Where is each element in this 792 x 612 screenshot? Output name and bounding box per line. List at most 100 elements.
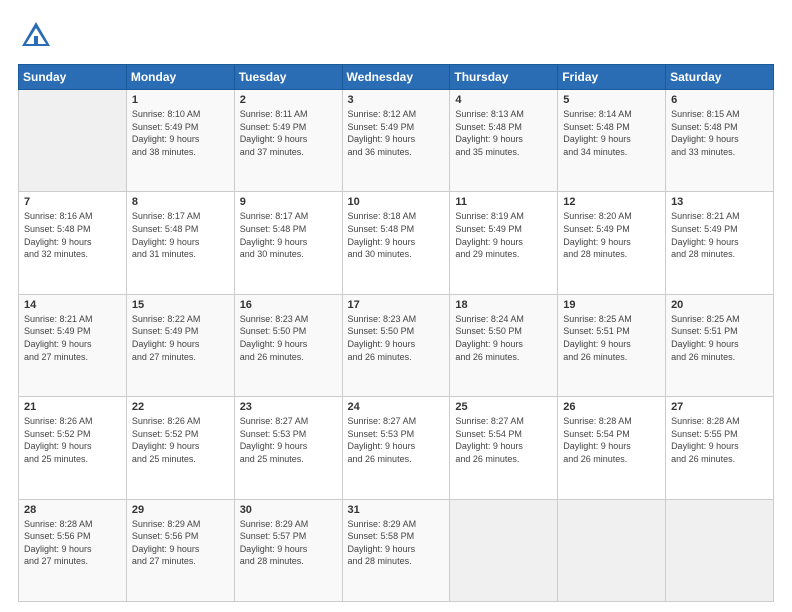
day-info: Sunrise: 8:26 AM Sunset: 5:52 PM Dayligh… bbox=[132, 415, 229, 465]
day-cell: 28 Sunrise: 8:28 AM Sunset: 5:56 PM Dayli… bbox=[19, 499, 127, 601]
day-number: 19 bbox=[563, 299, 660, 311]
day-number: 14 bbox=[24, 299, 121, 311]
day-cell: 13 Sunrise: 8:21 AM Sunset: 5:49 PM Dayli… bbox=[666, 192, 774, 294]
day-cell: 12 Sunrise: 8:20 AM Sunset: 5:49 PM Dayli… bbox=[558, 192, 666, 294]
calendar-header: SundayMondayTuesdayWednesdayThursdayFrid… bbox=[19, 65, 774, 90]
day-number: 9 bbox=[240, 196, 337, 208]
day-cell: 5 Sunrise: 8:14 AM Sunset: 5:48 PM Daylig… bbox=[558, 90, 666, 192]
weekday-header-monday: Monday bbox=[126, 65, 234, 90]
day-cell: 8 Sunrise: 8:17 AM Sunset: 5:48 PM Daylig… bbox=[126, 192, 234, 294]
day-cell: 6 Sunrise: 8:15 AM Sunset: 5:48 PM Daylig… bbox=[666, 90, 774, 192]
calendar-body: 1 Sunrise: 8:10 AM Sunset: 5:49 PM Daylig… bbox=[19, 90, 774, 602]
day-cell: 31Sunrise: 8:29 AM Sunset: 5:58 PM Dayli… bbox=[342, 499, 450, 601]
day-number: 2 bbox=[240, 94, 337, 106]
day-info: Sunrise: 8:25 AM Sunset: 5:51 PM Dayligh… bbox=[563, 313, 660, 363]
day-number: 7 bbox=[24, 196, 121, 208]
weekday-row: SundayMondayTuesdayWednesdayThursdayFrid… bbox=[19, 65, 774, 90]
day-info: Sunrise: 8:17 AM Sunset: 5:48 PM Dayligh… bbox=[132, 210, 229, 260]
day-info: Sunrise: 8:23 AM Sunset: 5:50 PM Dayligh… bbox=[240, 313, 337, 363]
day-number: 24 bbox=[348, 401, 445, 413]
header bbox=[18, 18, 774, 54]
day-cell: 10Sunrise: 8:18 AM Sunset: 5:48 PM Dayli… bbox=[342, 192, 450, 294]
day-number: 10 bbox=[348, 196, 445, 208]
day-number: 6 bbox=[671, 94, 768, 106]
day-cell: 26Sunrise: 8:28 AM Sunset: 5:54 PM Dayli… bbox=[558, 397, 666, 499]
day-number: 26 bbox=[563, 401, 660, 413]
weekday-header-friday: Friday bbox=[558, 65, 666, 90]
week-row-3: 14 Sunrise: 8:21 AM Sunset: 5:49 PM Dayli… bbox=[19, 294, 774, 396]
day-number: 27 bbox=[671, 401, 768, 413]
day-info: Sunrise: 8:28 AM Sunset: 5:56 PM Dayligh… bbox=[24, 518, 121, 568]
day-number: 21 bbox=[24, 401, 121, 413]
day-info: Sunrise: 8:27 AM Sunset: 5:53 PM Dayligh… bbox=[348, 415, 445, 465]
weekday-header-tuesday: Tuesday bbox=[234, 65, 342, 90]
day-cell: 29 Sunrise: 8:29 AM Sunset: 5:56 PM Dayli… bbox=[126, 499, 234, 601]
day-cell: 25Sunrise: 8:27 AM Sunset: 5:54 PM Dayli… bbox=[450, 397, 558, 499]
day-cell: 2 Sunrise: 8:11 AM Sunset: 5:49 PM Daylig… bbox=[234, 90, 342, 192]
day-cell: 24 Sunrise: 8:27 AM Sunset: 5:53 PM Dayli… bbox=[342, 397, 450, 499]
day-info: Sunrise: 8:16 AM Sunset: 5:48 PM Dayligh… bbox=[24, 210, 121, 260]
day-number: 28 bbox=[24, 504, 121, 516]
day-cell: 18Sunrise: 8:24 AM Sunset: 5:50 PM Dayli… bbox=[450, 294, 558, 396]
day-info: Sunrise: 8:17 AM Sunset: 5:48 PM Dayligh… bbox=[240, 210, 337, 260]
day-number: 11 bbox=[455, 196, 552, 208]
day-number: 3 bbox=[348, 94, 445, 106]
day-number: 1 bbox=[132, 94, 229, 106]
week-row-1: 1 Sunrise: 8:10 AM Sunset: 5:49 PM Daylig… bbox=[19, 90, 774, 192]
day-info: Sunrise: 8:27 AM Sunset: 5:54 PM Dayligh… bbox=[455, 415, 552, 465]
day-info: Sunrise: 8:23 AM Sunset: 5:50 PM Dayligh… bbox=[348, 313, 445, 363]
day-info: Sunrise: 8:14 AM Sunset: 5:48 PM Dayligh… bbox=[563, 108, 660, 158]
day-info: Sunrise: 8:27 AM Sunset: 5:53 PM Dayligh… bbox=[240, 415, 337, 465]
day-number: 8 bbox=[132, 196, 229, 208]
day-cell: 3Sunrise: 8:12 AM Sunset: 5:49 PM Daylig… bbox=[342, 90, 450, 192]
day-cell: 19 Sunrise: 8:25 AM Sunset: 5:51 PM Dayli… bbox=[558, 294, 666, 396]
day-cell: 4 Sunrise: 8:13 AM Sunset: 5:48 PM Daylig… bbox=[450, 90, 558, 192]
weekday-header-wednesday: Wednesday bbox=[342, 65, 450, 90]
day-number: 15 bbox=[132, 299, 229, 311]
day-number: 5 bbox=[563, 94, 660, 106]
day-cell: 30 Sunrise: 8:29 AM Sunset: 5:57 PM Dayli… bbox=[234, 499, 342, 601]
week-row-5: 28 Sunrise: 8:28 AM Sunset: 5:56 PM Dayli… bbox=[19, 499, 774, 601]
day-number: 4 bbox=[455, 94, 552, 106]
day-info: Sunrise: 8:29 AM Sunset: 5:58 PM Dayligh… bbox=[348, 518, 445, 568]
day-info: Sunrise: 8:10 AM Sunset: 5:49 PM Dayligh… bbox=[132, 108, 229, 158]
day-number: 13 bbox=[671, 196, 768, 208]
day-info: Sunrise: 8:26 AM Sunset: 5:52 PM Dayligh… bbox=[24, 415, 121, 465]
day-info: Sunrise: 8:21 AM Sunset: 5:49 PM Dayligh… bbox=[24, 313, 121, 363]
calendar-table: SundayMondayTuesdayWednesdayThursdayFrid… bbox=[18, 64, 774, 602]
day-cell: 17 Sunrise: 8:23 AM Sunset: 5:50 PM Dayli… bbox=[342, 294, 450, 396]
day-number: 16 bbox=[240, 299, 337, 311]
day-cell: 20Sunrise: 8:25 AM Sunset: 5:51 PM Dayli… bbox=[666, 294, 774, 396]
logo bbox=[18, 18, 58, 54]
day-cell bbox=[19, 90, 127, 192]
page: SundayMondayTuesdayWednesdayThursdayFrid… bbox=[0, 0, 792, 612]
day-info: Sunrise: 8:29 AM Sunset: 5:56 PM Dayligh… bbox=[132, 518, 229, 568]
calendar: SundayMondayTuesdayWednesdayThursdayFrid… bbox=[18, 64, 774, 602]
day-info: Sunrise: 8:13 AM Sunset: 5:48 PM Dayligh… bbox=[455, 108, 552, 158]
day-cell: 23Sunrise: 8:27 AM Sunset: 5:53 PM Dayli… bbox=[234, 397, 342, 499]
day-cell bbox=[666, 499, 774, 601]
day-info: Sunrise: 8:19 AM Sunset: 5:49 PM Dayligh… bbox=[455, 210, 552, 260]
day-info: Sunrise: 8:29 AM Sunset: 5:57 PM Dayligh… bbox=[240, 518, 337, 568]
day-info: Sunrise: 8:22 AM Sunset: 5:49 PM Dayligh… bbox=[132, 313, 229, 363]
day-number: 12 bbox=[563, 196, 660, 208]
day-cell: 15 Sunrise: 8:22 AM Sunset: 5:49 PM Dayli… bbox=[126, 294, 234, 396]
day-cell: 1 Sunrise: 8:10 AM Sunset: 5:49 PM Daylig… bbox=[126, 90, 234, 192]
day-cell: 14 Sunrise: 8:21 AM Sunset: 5:49 PM Dayli… bbox=[19, 294, 127, 396]
day-number: 30 bbox=[240, 504, 337, 516]
day-number: 29 bbox=[132, 504, 229, 516]
day-info: Sunrise: 8:15 AM Sunset: 5:48 PM Dayligh… bbox=[671, 108, 768, 158]
day-info: Sunrise: 8:28 AM Sunset: 5:55 PM Dayligh… bbox=[671, 415, 768, 465]
day-cell: 22Sunrise: 8:26 AM Sunset: 5:52 PM Dayli… bbox=[126, 397, 234, 499]
day-number: 18 bbox=[455, 299, 552, 311]
day-cell: 21 Sunrise: 8:26 AM Sunset: 5:52 PM Dayli… bbox=[19, 397, 127, 499]
day-info: Sunrise: 8:20 AM Sunset: 5:49 PM Dayligh… bbox=[563, 210, 660, 260]
weekday-header-sunday: Sunday bbox=[19, 65, 127, 90]
day-number: 17 bbox=[348, 299, 445, 311]
day-info: Sunrise: 8:11 AM Sunset: 5:49 PM Dayligh… bbox=[240, 108, 337, 158]
day-cell bbox=[558, 499, 666, 601]
week-row-2: 7 Sunrise: 8:16 AM Sunset: 5:48 PM Daylig… bbox=[19, 192, 774, 294]
day-cell: 11 Sunrise: 8:19 AM Sunset: 5:49 PM Dayli… bbox=[450, 192, 558, 294]
weekday-header-thursday: Thursday bbox=[450, 65, 558, 90]
day-info: Sunrise: 8:21 AM Sunset: 5:49 PM Dayligh… bbox=[671, 210, 768, 260]
